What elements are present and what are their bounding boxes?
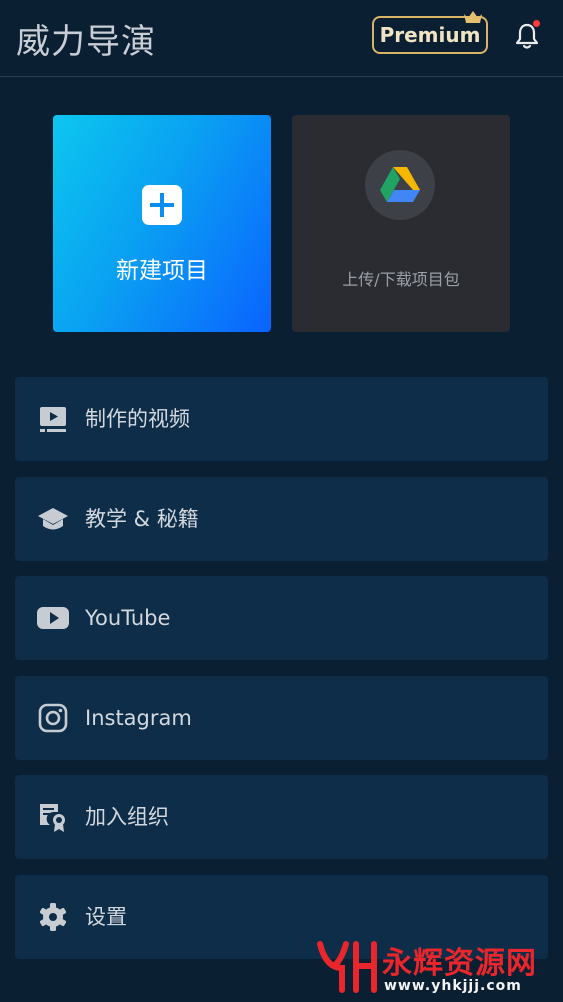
menu-item-label: 制作的视频 (85, 407, 190, 431)
watermark-url: www.yhkjjj.com (384, 978, 522, 994)
menu-item-instagram[interactable]: Instagram (15, 676, 548, 760)
google-drive-icon (380, 167, 420, 202)
certificate-icon (40, 804, 65, 832)
youtube-icon (37, 607, 69, 629)
notification-badge (533, 20, 540, 27)
menu-item-join-organization[interactable]: 加入组织 (15, 775, 548, 859)
top-bar: 威力导演 Premium (0, 0, 563, 77)
new-project-card[interactable]: 新建项目 (53, 115, 271, 332)
menu-item-label: YouTube (85, 606, 171, 630)
upload-download-label: 上传/下载项目包 (342, 270, 460, 289)
video-icon (40, 407, 66, 432)
menu-item-label: 加入组织 (85, 805, 169, 829)
menu-item-youtube[interactable]: YouTube (15, 576, 548, 660)
new-project-label: 新建项目 (116, 258, 208, 284)
menu-item-label: 教学 & 秘籍 (85, 507, 199, 531)
app-title: 威力导演 (16, 22, 156, 62)
gear-icon (39, 903, 67, 931)
home-screen: 威力导演 Premium 新建项目 上传/下载项目包 制作的视频 教学 & 秘籍… (0, 0, 563, 1002)
menu-item-produced-videos[interactable]: 制作的视频 (15, 377, 548, 461)
menu-item-tutorials[interactable]: 教学 & 秘籍 (15, 477, 548, 561)
graduation-cap-icon (38, 508, 68, 530)
instagram-icon (38, 703, 68, 733)
notifications-button[interactable] (511, 20, 543, 52)
watermark-title: 永辉资源网 (382, 946, 537, 981)
upload-download-card[interactable]: 上传/下载项目包 (292, 115, 510, 332)
menu-item-label: Instagram (85, 706, 192, 730)
watermark-logo-icon (317, 941, 377, 993)
drive-icon-circle (365, 150, 435, 220)
watermark: 永辉资源网 www.yhkjjj.com (316, 934, 556, 998)
crown-icon (464, 11, 482, 23)
menu-item-label: 设置 (85, 905, 127, 929)
plus-icon (142, 185, 182, 225)
